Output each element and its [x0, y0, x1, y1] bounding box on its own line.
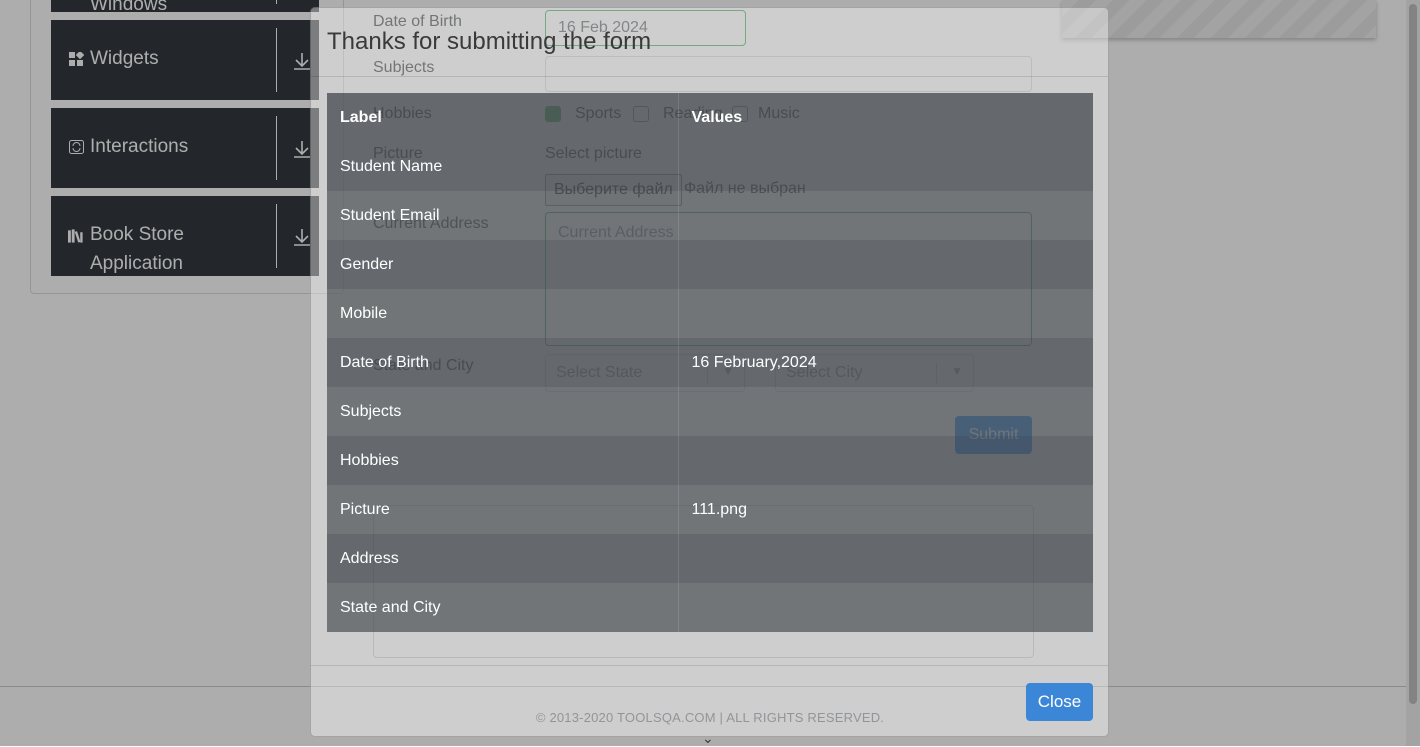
- results-table: Label Values Student Name Student Email …: [327, 93, 1093, 632]
- row-label: Picture: [327, 485, 679, 534]
- row-label: Mobile: [327, 289, 679, 338]
- table-row: Subjects: [327, 387, 1093, 436]
- row-value: 111.png: [691, 500, 747, 518]
- table-row: State and City: [327, 583, 1093, 632]
- table-row: Hobbies: [327, 436, 1093, 485]
- close-button[interactable]: Close: [1026, 683, 1093, 721]
- modal-footer-divider: [311, 665, 1108, 666]
- row-label: Gender: [327, 240, 679, 289]
- table-row: Student Email: [327, 191, 1093, 240]
- modal-title: Thanks for submitting the form: [327, 28, 652, 55]
- table-row: Gender: [327, 240, 1093, 289]
- table-row: Student Name: [327, 142, 1093, 191]
- table-row: Picture 111.png: [327, 485, 1093, 534]
- modal-header-divider: [311, 76, 1108, 77]
- row-label: Student Name: [327, 142, 679, 191]
- row-label: Address: [327, 534, 679, 583]
- table-row: Mobile: [327, 289, 1093, 338]
- row-value: [678, 240, 1093, 289]
- row-value: [678, 191, 1093, 240]
- row-label: Student Email: [327, 191, 679, 240]
- row-value: [678, 436, 1093, 485]
- column-header-values: Values: [691, 108, 743, 126]
- row-value: 16 February,2024: [691, 353, 817, 371]
- row-value: [678, 289, 1093, 338]
- row-label: Subjects: [327, 387, 679, 436]
- row-value: [678, 534, 1093, 583]
- column-header-label: Label: [327, 93, 679, 142]
- row-value: [678, 583, 1093, 632]
- row-label: State and City: [327, 583, 679, 632]
- table-row: Date of Birth 16 February,2024: [327, 338, 1093, 387]
- table-header-row: Label Values: [327, 93, 1093, 142]
- row-value: [678, 387, 1093, 436]
- table-row: Address: [327, 534, 1093, 583]
- row-label: Date of Birth: [327, 338, 679, 387]
- row-label: Hobbies: [327, 436, 679, 485]
- row-value: [678, 142, 1093, 191]
